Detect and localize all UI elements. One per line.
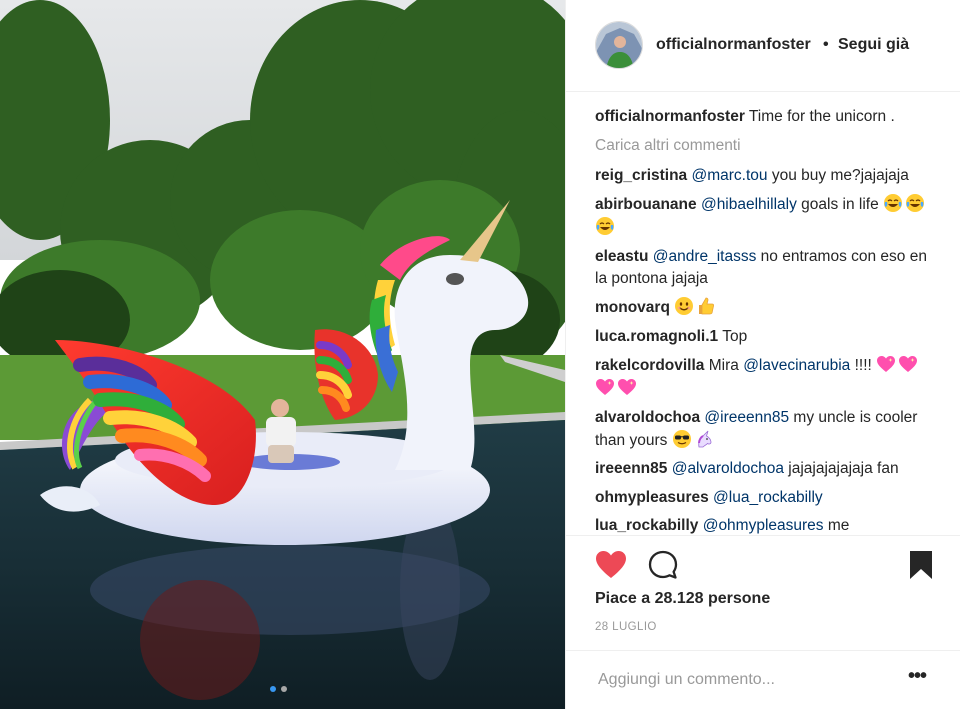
more-options-button[interactable]: ••• — [908, 666, 932, 689]
post-header: officialnormanfoster • Segui già — [566, 0, 960, 92]
comment-mention-link[interactable]: @marc.tou — [692, 167, 768, 184]
comment-item: lua_rockabilly @ohmypleasures me — [595, 515, 940, 537]
comment-text: goals in life — [801, 196, 879, 213]
carousel-dot[interactable] — [281, 686, 287, 692]
comment-username[interactable]: rakelcordovilla — [595, 357, 704, 374]
face-with-tears-of-joy-icon — [905, 193, 925, 213]
face-with-tears-of-joy-icon — [883, 193, 903, 213]
post-photo[interactable] — [0, 0, 565, 709]
comment-mention-link[interactable]: @hibaelhillaly — [701, 196, 797, 213]
comment-text: Time for the unicorn . — [748, 108, 895, 125]
unicorn-icon — [694, 429, 714, 449]
post-date[interactable]: 28 LUGLIO — [595, 621, 657, 633]
comment-item: ireeenn85 @alvaroldochoa jajajajajajaja … — [595, 458, 940, 480]
sunglasses-face-icon — [672, 429, 692, 449]
header-separator: • — [823, 36, 829, 53]
likes-count[interactable]: Piace a 28.128 persone — [595, 590, 770, 608]
comment-username[interactable]: ohmypleasures — [595, 489, 709, 506]
comment-text: !!!! — [854, 357, 872, 374]
comment-username[interactable]: officialnormanfoster — [595, 108, 745, 125]
add-comment-bar: ••• — [566, 650, 960, 709]
comment-text: Mira — [708, 357, 739, 374]
sparkling-heart-icon — [617, 377, 637, 397]
comment-username[interactable]: reig_cristina — [595, 167, 687, 184]
speech-bubble-icon — [648, 550, 678, 579]
bookmark-icon — [910, 551, 932, 579]
comment-mention-link[interactable]: @andre_itasss — [653, 248, 757, 265]
save-button[interactable] — [909, 550, 933, 580]
smiling-face-icon — [674, 296, 694, 316]
follow-status-button[interactable]: Segui già — [838, 36, 909, 54]
avatar[interactable] — [595, 21, 643, 69]
comment-item: rakelcordovilla Mira @lavecinarubia !!!! — [595, 354, 940, 400]
comment-button[interactable] — [648, 550, 678, 580]
post-actions — [566, 535, 960, 595]
comment-username[interactable]: monovarq — [595, 299, 670, 316]
comment-mention-link[interactable]: @ireeenn85 — [704, 409, 789, 426]
thumbs-up-icon — [696, 296, 716, 316]
comment-text: Top — [722, 327, 748, 345]
comment-username[interactable]: lua_rockabilly — [595, 517, 698, 534]
comment-mention-link[interactable]: @lavecinarubia — [743, 357, 850, 374]
carousel-dot-active[interactable] — [270, 686, 276, 692]
sparkling-heart-icon — [595, 377, 615, 397]
comment-input[interactable] — [598, 665, 898, 695]
comment-username[interactable]: abirbouanane — [595, 196, 697, 213]
like-button[interactable] — [595, 550, 627, 580]
heart-icon — [596, 551, 626, 578]
comment-item: abirbouanane @hibaelhillaly goals in lif… — [595, 193, 940, 239]
comment-item: monovarq — [595, 296, 940, 319]
comment-username[interactable]: eleastu — [595, 248, 648, 265]
post-author-username[interactable]: officialnormanfoster — [656, 36, 811, 54]
comment-username[interactable]: ireeenn85 — [595, 460, 667, 477]
comments-list: officialnormanfoster Time for the unicor… — [595, 106, 940, 544]
load-more-comments-link[interactable]: Carica altri commenti — [595, 135, 940, 157]
post-side-panel: officialnormanfoster • Segui già officia… — [565, 0, 960, 709]
unicorn-pool-photo — [0, 0, 565, 709]
comment-item: ohmypleasures @lua_rockabilly — [595, 487, 940, 509]
sparkling-heart-icon — [876, 354, 896, 374]
comment-text: me — [827, 517, 850, 534]
comment-text: jajajajajajaja fan — [788, 460, 899, 477]
face-with-tears-of-joy-icon — [595, 216, 615, 236]
sparkling-heart-icon — [898, 354, 918, 374]
profile-photo-icon — [596, 22, 642, 68]
carousel-indicator[interactable] — [270, 686, 294, 692]
comment-username[interactable]: luca.romagnoli.1 — [595, 328, 718, 345]
comment-mention-link[interactable]: @alvaroldochoa — [672, 460, 784, 477]
comment-item: officialnormanfoster Time for the unicor… — [595, 106, 940, 128]
comment-username[interactable]: alvaroldochoa — [595, 409, 700, 426]
comment-item: eleastu @andre_itasss no entramos con es… — [595, 246, 940, 290]
comment-mention-link[interactable]: @lua_rockabilly — [713, 489, 823, 506]
comment-item: alvaroldochoa @ireeenn85 my uncle is coo… — [595, 407, 940, 452]
comment-item: reig_cristina @marc.tou you buy me?jajaj… — [595, 165, 940, 187]
comment-text: you buy me?jajajaja — [771, 166, 909, 184]
comment-mention-link[interactable]: @ohmypleasures — [703, 517, 824, 534]
comment-item: luca.romagnoli.1 Top — [595, 326, 940, 348]
